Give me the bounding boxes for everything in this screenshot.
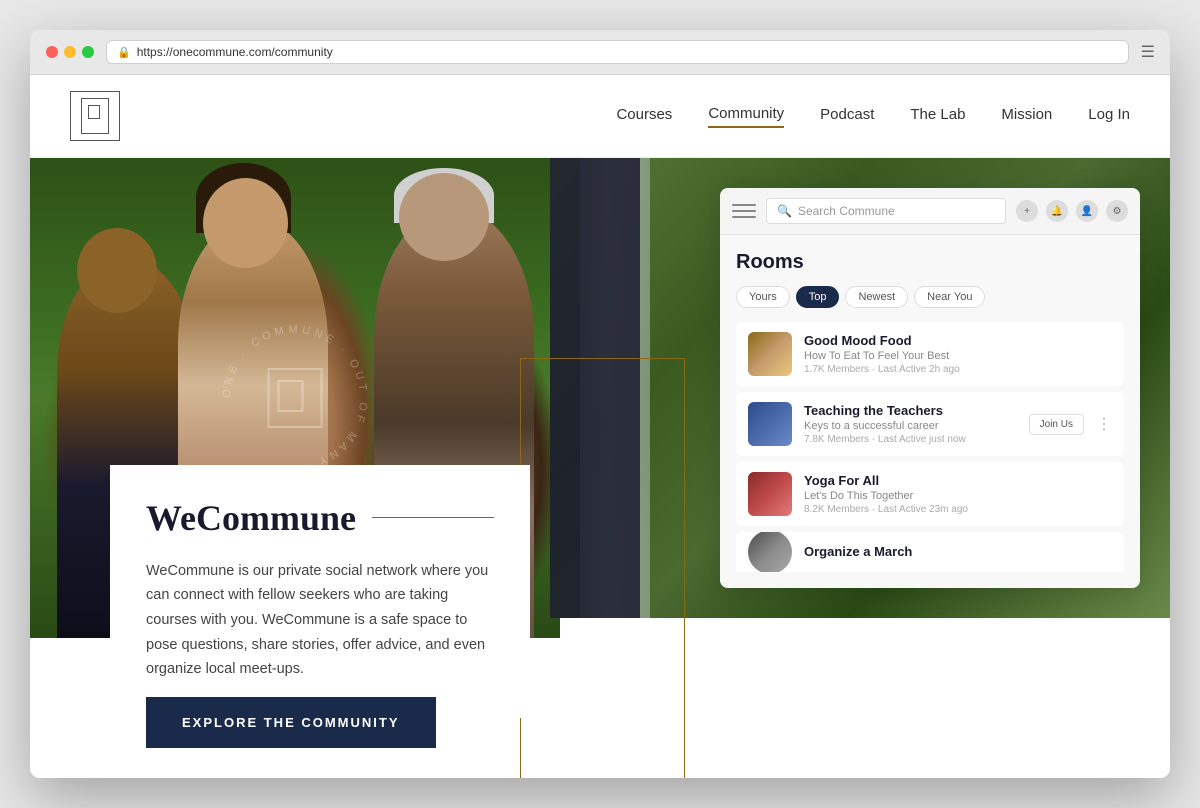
room-name: Teaching the Teachers — [804, 403, 1017, 418]
wecommune-box: WeCommune WeCommune is our private socia… — [110, 465, 530, 718]
logo-inner — [81, 98, 109, 134]
filter-top[interactable]: Top — [796, 286, 840, 308]
close-button[interactable] — [46, 46, 58, 58]
rooms-title: Rooms — [736, 251, 1124, 274]
panel-icons: + 🔔 👤 ⚙ — [1016, 200, 1128, 222]
website: Courses Community Podcast The Lab Missio… — [30, 75, 1170, 778]
minimize-button[interactable] — [64, 46, 76, 58]
notification-icon[interactable]: 🔔 — [1046, 200, 1068, 222]
lock-icon: 🔒 — [117, 46, 131, 59]
title-row: WeCommune — [146, 497, 494, 539]
room-avatar-food — [748, 332, 792, 376]
room-name: Good Mood Food — [804, 333, 1112, 348]
room-info: Organize a March — [804, 544, 1112, 561]
dark-separator — [550, 158, 640, 618]
explore-community-button[interactable]: EXPLORE THE COMMUNITY — [146, 697, 436, 748]
traffic-lights — [46, 46, 94, 58]
room-name: Organize a March — [804, 544, 1112, 559]
search-icon: 🔍 — [777, 204, 792, 218]
panel-menu-icon[interactable] — [732, 202, 756, 220]
room-item[interactable]: Yoga For All Let's Do This Together 8.2K… — [736, 462, 1124, 526]
nav-community[interactable]: Community — [708, 105, 784, 128]
settings-icon[interactable]: ⚙ — [1106, 200, 1128, 222]
more-options-icon[interactable]: ⋮ — [1096, 414, 1112, 434]
nav-the-lab[interactable]: The Lab — [910, 106, 965, 127]
panel-header: 🔍 Search Commune + 🔔 👤 ⚙ — [720, 188, 1140, 235]
room-meta: 7.8K Members · Last Active just now — [804, 434, 1017, 445]
filter-newest[interactable]: Newest — [845, 286, 908, 308]
wecommune-title: WeCommune — [146, 497, 356, 539]
filter-yours[interactable]: Yours — [736, 286, 790, 308]
panel-body: Rooms Yours Top Newest Near You Good Moo… — [720, 235, 1140, 588]
room-name: Yoga For All — [804, 473, 1112, 488]
search-bar[interactable]: 🔍 Search Commune — [766, 198, 1006, 224]
room-subtitle: Keys to a successful career — [804, 420, 1017, 432]
room-item[interactable]: Teaching the Teachers Keys to a successf… — [736, 392, 1124, 456]
person-3-head — [399, 173, 489, 261]
title-divider — [372, 517, 494, 518]
room-avatar-teaching — [748, 402, 792, 446]
filter-tabs: Yours Top Newest Near You — [736, 286, 1124, 308]
nav-login[interactable]: Log In — [1088, 106, 1130, 127]
browser-window: 🔒 https://onecommune.com/community ☰ Cou… — [30, 30, 1170, 778]
add-icon[interactable]: + — [1016, 200, 1038, 222]
address-bar[interactable]: 🔒 https://onecommune.com/community — [106, 40, 1129, 64]
room-subtitle: How To Eat To Feel Your Best — [804, 350, 1112, 362]
room-subtitle: Let's Do This Together — [804, 490, 1112, 502]
site-logo[interactable] — [70, 91, 120, 141]
room-info: Good Mood Food How To Eat To Feel Your B… — [804, 333, 1112, 375]
menu-bar-1 — [732, 204, 756, 206]
nav-links: Courses Community Podcast The Lab Missio… — [616, 105, 1130, 128]
url-text: https://onecommune.com/community — [137, 45, 333, 59]
room-item-partial[interactable]: Organize a March — [736, 532, 1124, 572]
person-2-head — [203, 178, 288, 268]
room-meta: 1.7K Members · Last Active 2h ago — [804, 364, 1112, 375]
search-placeholder: Search Commune — [798, 204, 895, 218]
main-content: ONE · COMMUNE · OUT OF MANY · WeComm — [30, 158, 1170, 778]
person-1-head — [77, 228, 157, 313]
room-avatar-yoga — [748, 472, 792, 516]
navigation: Courses Community Podcast The Lab Missio… — [30, 75, 1170, 158]
nav-courses[interactable]: Courses — [616, 106, 672, 127]
room-info: Yoga For All Let's Do This Together 8.2K… — [804, 473, 1112, 515]
room-info: Teaching the Teachers Keys to a successf… — [804, 403, 1017, 445]
room-item[interactable]: Good Mood Food How To Eat To Feel Your B… — [736, 322, 1124, 386]
menu-bar-3 — [732, 216, 756, 218]
browser-chrome: 🔒 https://onecommune.com/community ☰ — [30, 30, 1170, 75]
room-avatar-march — [748, 532, 792, 572]
filter-near-you[interactable]: Near You — [914, 286, 985, 308]
community-panel: 🔍 Search Commune + 🔔 👤 ⚙ Rooms — [720, 188, 1140, 588]
room-meta: 8.2K Members · Last Active 23m ago — [804, 504, 1112, 515]
wecommune-description: WeCommune is our private social network … — [146, 559, 494, 682]
join-button[interactable]: Join Us — [1029, 414, 1084, 435]
user-icon[interactable]: 👤 — [1076, 200, 1098, 222]
browser-menu-icon[interactable]: ☰ — [1141, 42, 1154, 62]
menu-bar-2 — [732, 210, 756, 212]
nav-mission[interactable]: Mission — [1001, 106, 1052, 127]
maximize-button[interactable] — [82, 46, 94, 58]
logo-watermark — [268, 368, 323, 428]
nav-podcast[interactable]: Podcast — [820, 106, 874, 127]
